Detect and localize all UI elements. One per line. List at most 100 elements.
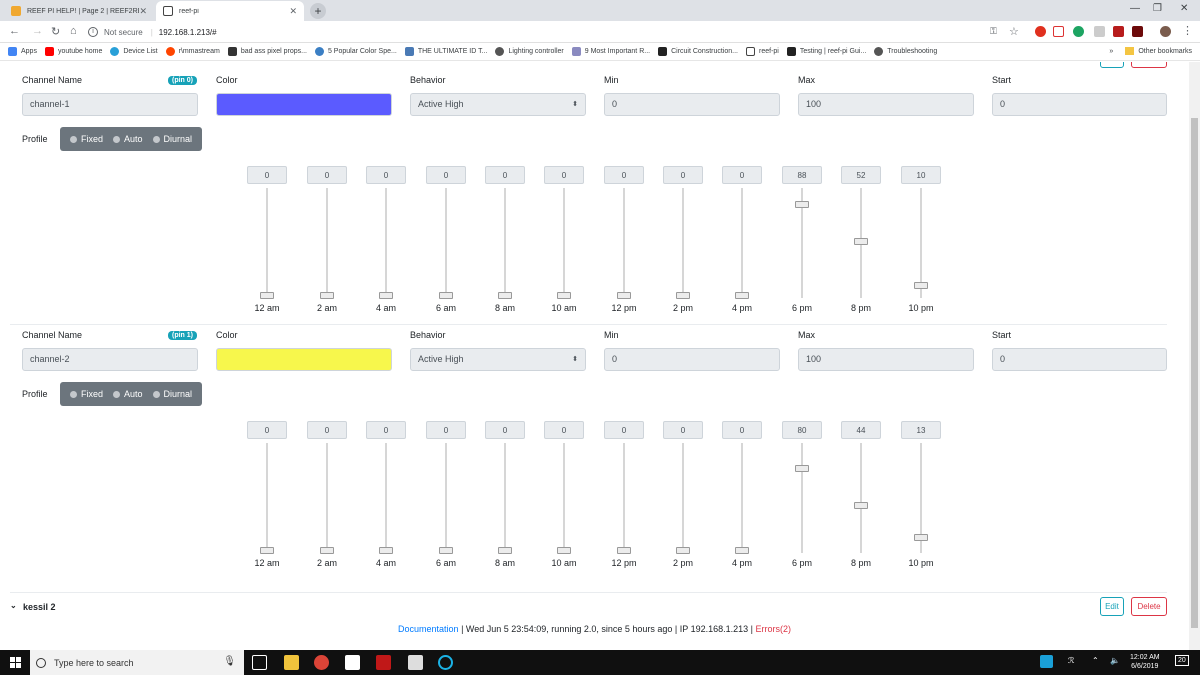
bookmark-item[interactable]: Circuit Construction... [658,47,738,56]
slot-value-input[interactable]: 0 [247,166,287,184]
back-icon[interactable]: ← [9,25,20,37]
edit-button[interactable]: Edit [1100,597,1124,616]
slider-thumb[interactable] [854,501,868,509]
profile-option-diurnal[interactable]: Diurnal [152,134,192,144]
delete-button[interactable]: Delete [1131,597,1167,616]
slider-thumb[interactable] [914,281,928,289]
min-input[interactable]: 0 [604,348,780,371]
slot-value-input[interactable]: 0 [307,166,347,184]
slot-value-input[interactable]: 13 [901,421,941,439]
bookmark-item[interactable]: bad ass pixel props... [227,47,307,56]
slider-thumb[interactable] [260,292,274,299]
slot-value-input[interactable]: 44 [841,421,881,439]
slot-value-input[interactable]: 0 [247,421,287,439]
profile-option-auto[interactable]: Auto [113,134,143,144]
info-icon[interactable]: i [88,27,98,37]
slider-thumb[interactable] [379,547,393,554]
slider-track[interactable] [504,443,506,553]
system-clock[interactable]: 12:02 AM 6/6/2019 [1130,653,1160,671]
profile-option-fixed[interactable]: Fixed [70,134,103,144]
slider-thumb[interactable] [557,547,571,554]
star-icon[interactable]: ☆ [1009,25,1019,38]
slider-track[interactable] [623,188,625,298]
home-icon[interactable]: ⌂ [70,25,77,37]
bookmarks-overflow-icon[interactable]: » [1109,48,1113,55]
bookmark-item[interactable]: youtube home [44,47,102,56]
bookmark-item[interactable]: 5 Popular Color Spe... [314,47,397,56]
extension-icon[interactable] [1132,26,1143,37]
new-tab-button[interactable]: + [310,3,326,19]
slider-thumb[interactable] [557,292,571,299]
slider-thumb[interactable] [617,292,631,299]
slider-thumb[interactable] [676,547,690,554]
profile-option-diurnal[interactable]: Diurnal [152,389,192,399]
tab-reef2reef[interactable]: REEF PI HELP! | Page 2 | REEF2REEF ✕ [4,1,154,21]
slot-value-input[interactable]: 0 [663,421,703,439]
bookmark-item[interactable]: r\mmastream [165,47,220,56]
page-scrollbar[interactable] [1189,62,1200,650]
slider-thumb[interactable] [320,547,334,554]
slider-track[interactable] [741,188,743,298]
profile-avatar[interactable] [1160,26,1171,37]
slider-track[interactable] [623,443,625,553]
behavior-select[interactable]: Active High ⬍ [410,348,586,371]
forward-icon[interactable]: → [32,25,43,37]
profile-option-auto[interactable]: Auto [113,389,143,399]
light-row[interactable]: ⌄ kessil 2 Edit Delete [10,592,1167,622]
slider-track[interactable] [266,443,268,553]
taskbar-search[interactable]: Type here to search 🎙 [30,650,244,675]
bookmark-item[interactable]: 9 Most Important R... [571,47,650,56]
tab-reef-pi[interactable]: reef-pi ✕ [156,1,304,21]
delete-button-partial[interactable] [1131,62,1167,68]
slot-value-input[interactable]: 0 [544,166,584,184]
slider-thumb[interactable] [914,533,928,541]
address-bar[interactable]: i Not secure | 192.168.1.213/# [88,24,988,40]
close-tab-icon[interactable]: ✕ [289,6,297,17]
slider-thumb[interactable] [854,238,868,246]
key-icon[interactable]: ⚿ [990,26,997,37]
scrollbar-thumb[interactable] [1191,118,1198,628]
slider-track[interactable] [266,188,268,298]
slider-track[interactable] [741,443,743,553]
behavior-select[interactable]: Active High ⬍ [410,93,586,116]
notification-center-icon[interactable]: 20 [1175,655,1189,666]
color-picker[interactable] [216,93,392,116]
store-icon[interactable] [345,655,360,670]
slot-value-input[interactable]: 0 [663,166,703,184]
reload-icon[interactable]: ↻ [51,25,60,38]
slot-value-input[interactable]: 80 [782,421,822,439]
close-tab-icon[interactable]: ✕ [139,6,147,17]
slot-value-input[interactable]: 0 [426,166,466,184]
slot-value-input[interactable]: 0 [604,421,644,439]
chevron-up-icon[interactable]: ⌃ [1092,656,1099,665]
slider-thumb[interactable] [439,547,453,554]
bookmark-item[interactable]: THE ULTIMATE ID T... [404,47,487,56]
min-input[interactable]: 0 [604,93,780,116]
close-window-icon[interactable]: ✕ [1180,3,1188,14]
slider-track[interactable] [326,443,328,553]
slider-thumb[interactable] [379,292,393,299]
minimize-icon[interactable]: — [1130,3,1140,14]
speaker-icon[interactable]: 🔈 [1110,656,1120,665]
slider-track[interactable] [385,188,387,298]
slot-value-input[interactable]: 88 [782,166,822,184]
slider-track[interactable] [445,188,447,298]
restore-icon[interactable]: ❐ [1153,3,1162,14]
file-explorer-icon[interactable] [284,655,299,670]
slider-thumb[interactable] [735,292,749,299]
errors-link[interactable]: Errors(2) [755,624,791,634]
slider-track[interactable] [563,188,565,298]
slot-value-input[interactable]: 0 [485,166,525,184]
color-picker[interactable] [216,348,392,371]
slider-thumb[interactable] [498,547,512,554]
slot-value-input[interactable]: 0 [485,421,525,439]
menu-kebab-icon[interactable]: ⋮ [1182,24,1193,37]
extension-icon[interactable] [1094,26,1105,37]
slot-value-input[interactable]: 52 [841,166,881,184]
slider-track[interactable] [682,443,684,553]
slider-thumb[interactable] [617,547,631,554]
chevron-down-icon[interactable]: ⌄ [10,601,17,610]
task-view-icon[interactable] [252,655,267,670]
slider-thumb[interactable] [795,464,809,472]
documentation-link[interactable]: Documentation [398,624,459,634]
